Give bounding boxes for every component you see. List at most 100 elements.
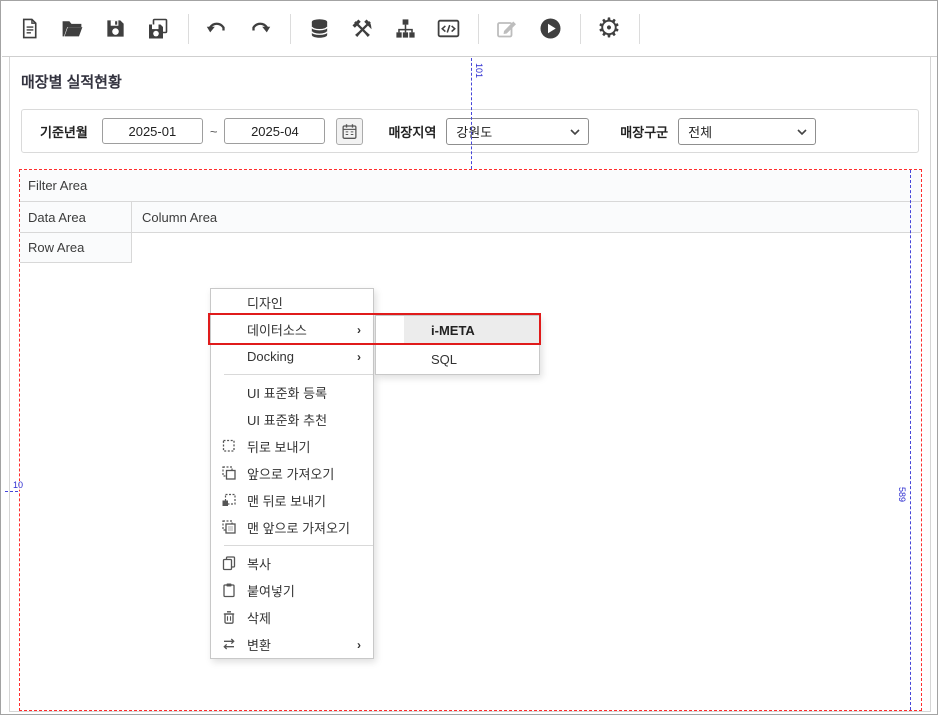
submenu-item-label: SQL bbox=[431, 352, 457, 367]
submenu-icon-gutter bbox=[376, 316, 404, 345]
toolbar-separator bbox=[290, 14, 291, 44]
menu-item-label: 앞으로 가져오기 bbox=[247, 464, 334, 483]
district-label: 매장구군 bbox=[620, 122, 668, 141]
context-menu: 디자인 데이터소스 › Docking › UI 표준화 등록 UI 표준화 추… bbox=[210, 288, 374, 659]
menu-item-label: 데이터소스 bbox=[247, 320, 307, 339]
tools-button[interactable]: ⚒ bbox=[348, 15, 376, 43]
bring-to-front-icon bbox=[221, 519, 237, 535]
undo-icon bbox=[205, 17, 229, 41]
column-area-zone[interactable]: Column Area bbox=[132, 202, 921, 232]
region-select[interactable]: 강원도 bbox=[446, 118, 589, 145]
menu-item-label: Docking bbox=[247, 349, 294, 364]
menu-item-bring-to-front[interactable]: 맨 앞으로 가져오기 bbox=[211, 514, 373, 541]
calendar-icon bbox=[341, 123, 358, 140]
period-to-input[interactable] bbox=[224, 118, 325, 144]
bring-forward-icon bbox=[221, 465, 237, 481]
edit-button[interactable] bbox=[493, 15, 521, 43]
menu-item-send-backward[interactable]: 뒤로 보내기 bbox=[211, 433, 373, 460]
hierarchy-icon bbox=[394, 17, 417, 40]
menu-item-copy[interactable]: 복사 bbox=[211, 550, 373, 577]
database-icon bbox=[308, 17, 331, 40]
submenu-item-label: i-META bbox=[431, 323, 475, 338]
filter-area-zone[interactable]: Filter Area bbox=[20, 170, 921, 202]
menu-item-datasource[interactable]: 데이터소스 › bbox=[211, 316, 373, 343]
delete-icon bbox=[221, 609, 237, 625]
menu-item-label: 붙여넣기 bbox=[247, 581, 295, 600]
menu-item-delete[interactable]: 삭제 bbox=[211, 604, 373, 631]
data-area-label: Data Area bbox=[28, 210, 86, 225]
new-document-icon bbox=[18, 17, 41, 40]
save-button[interactable] bbox=[101, 15, 129, 43]
row-area-label: Row Area bbox=[28, 240, 84, 255]
chevron-down-icon bbox=[797, 129, 807, 136]
submenu-item-imeta[interactable]: i-META bbox=[376, 316, 539, 345]
chevron-down-icon bbox=[570, 129, 580, 136]
toolbar-separator bbox=[580, 14, 581, 44]
column-area-label: Column Area bbox=[142, 210, 217, 225]
menu-item-design[interactable]: 디자인 bbox=[211, 289, 373, 316]
submenu-arrow-icon: › bbox=[357, 350, 361, 364]
menu-item-ui-standard-register[interactable]: UI 표준화 등록 bbox=[211, 379, 373, 406]
redo-button[interactable] bbox=[246, 15, 274, 43]
save-all-icon bbox=[146, 17, 170, 41]
calendar-button[interactable] bbox=[336, 118, 363, 145]
menu-item-label: UI 표준화 추천 bbox=[247, 410, 327, 429]
menu-item-send-to-back[interactable]: 맨 뒤로 보내기 bbox=[211, 487, 373, 514]
district-select[interactable]: 전체 bbox=[678, 118, 816, 145]
design-canvas[interactable]: Filter Area Data Area Column Area Row Ar… bbox=[19, 169, 922, 711]
data-area-zone[interactable]: Data Area bbox=[20, 202, 132, 232]
toolbar: ⚒ ⚙ bbox=[2, 1, 938, 57]
run-icon bbox=[538, 16, 563, 41]
open-folder-icon bbox=[60, 16, 85, 41]
period-from-input[interactable] bbox=[102, 118, 203, 144]
menu-item-label: 복사 bbox=[247, 554, 271, 573]
menu-item-bring-forward[interactable]: 앞으로 가져오기 bbox=[211, 460, 373, 487]
menu-item-label: 디자인 bbox=[247, 293, 283, 312]
toolbar-separator bbox=[639, 14, 640, 44]
menu-separator bbox=[224, 374, 373, 375]
period-label: 기준년월 bbox=[40, 122, 88, 141]
code-editor-button[interactable] bbox=[434, 15, 462, 43]
edit-icon bbox=[495, 17, 519, 41]
open-folder-button[interactable] bbox=[58, 15, 86, 43]
undo-button[interactable] bbox=[203, 15, 231, 43]
send-backward-icon bbox=[221, 438, 237, 454]
send-to-back-icon bbox=[221, 492, 237, 508]
menu-item-label: 맨 앞으로 가져오기 bbox=[247, 518, 350, 537]
settings-button[interactable]: ⚙ bbox=[595, 15, 623, 43]
row-area-zone[interactable]: Row Area bbox=[20, 233, 132, 263]
period-separator: ~ bbox=[210, 124, 218, 139]
copy-icon bbox=[221, 555, 237, 571]
code-editor-icon bbox=[436, 16, 461, 41]
tools-icon: ⚒ bbox=[351, 17, 373, 41]
save-all-button[interactable] bbox=[144, 15, 172, 43]
menu-item-convert[interactable]: 변환 › bbox=[211, 631, 373, 658]
redo-icon bbox=[248, 17, 272, 41]
settings-icon: ⚙ bbox=[597, 15, 621, 42]
menu-separator bbox=[224, 545, 373, 546]
menu-item-label: UI 표준화 등록 bbox=[247, 383, 327, 402]
database-button[interactable] bbox=[305, 15, 333, 43]
save-icon bbox=[104, 17, 127, 40]
submenu-item-sql[interactable]: SQL bbox=[376, 345, 539, 374]
filter-bar: 기준년월 ~ 매장지역 강원도 매장구군 전체 bbox=[21, 109, 919, 153]
toolbar-separator bbox=[478, 14, 479, 44]
app-window: ⚒ ⚙ 매장별 실적현황 bbox=[0, 0, 938, 715]
menu-item-ui-standard-recommend[interactable]: UI 표준화 추천 bbox=[211, 406, 373, 433]
paste-icon bbox=[221, 582, 237, 598]
datasource-submenu: i-META SQL bbox=[375, 315, 540, 375]
region-label: 매장지역 bbox=[388, 122, 436, 141]
run-button[interactable] bbox=[536, 15, 564, 43]
menu-item-label: 맨 뒤로 보내기 bbox=[247, 491, 326, 510]
region-select-value: 강원도 bbox=[456, 122, 492, 141]
toolbar-separator bbox=[188, 14, 189, 44]
menu-item-label: 변환 bbox=[247, 635, 271, 654]
menu-item-paste[interactable]: 붙여넣기 bbox=[211, 577, 373, 604]
hierarchy-button[interactable] bbox=[391, 15, 419, 43]
menu-item-docking[interactable]: Docking › bbox=[211, 343, 373, 370]
submenu-arrow-icon: › bbox=[357, 638, 361, 652]
submenu-icon-gutter bbox=[376, 345, 404, 374]
new-document-button[interactable] bbox=[15, 15, 43, 43]
submenu-arrow-icon: › bbox=[357, 323, 361, 337]
page-title: 매장별 실적현황 bbox=[21, 71, 122, 92]
